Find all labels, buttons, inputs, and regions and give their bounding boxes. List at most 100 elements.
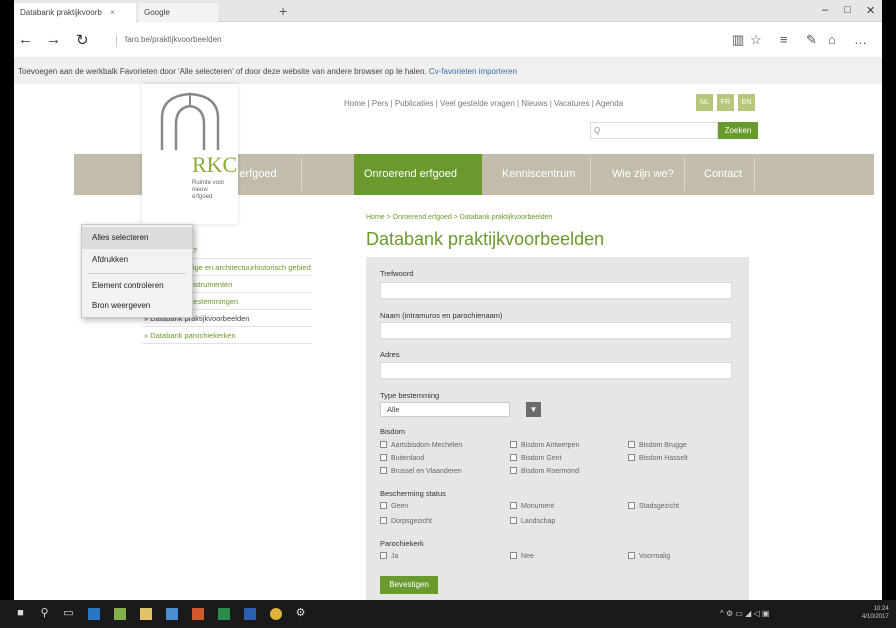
favorites-notice: Toevoegen aan de werkbalk Favorieten doo… bbox=[14, 58, 882, 84]
url-field[interactable]: faro.be/praktijkvoorbeelden bbox=[116, 35, 222, 47]
windows-icon[interactable]: ■ bbox=[14, 607, 27, 620]
web-note-icon[interactable]: ✎ bbox=[806, 32, 817, 48]
context-menu: Alles selecteren Afdrukken Element contr… bbox=[81, 224, 193, 318]
top-links[interactable]: Home | Pers | Publicaties | Veel gesteld… bbox=[344, 99, 623, 108]
ctx-inspect-element[interactable]: Element controleren bbox=[82, 275, 192, 297]
tab-google[interactable]: Google bbox=[138, 3, 218, 22]
tab-strip: Databank praktijkvoorb × Google + – □ ✕ bbox=[14, 0, 882, 22]
search-icon[interactable]: ⚲ bbox=[38, 607, 51, 620]
clock[interactable]: 10:24 4/10/2017 bbox=[862, 605, 889, 621]
checkbox-status[interactable]: Dorpsgezicht bbox=[380, 517, 432, 525]
checkbox-bisdom[interactable]: Bisdom Antwerpen bbox=[510, 441, 579, 449]
nav-wie-zijn-we[interactable]: Wie zijn we? bbox=[602, 154, 684, 195]
checkbox-status[interactable]: Geen bbox=[380, 502, 408, 510]
field-label-adres: Adres bbox=[380, 350, 400, 359]
naam-input[interactable] bbox=[380, 322, 732, 339]
excel-icon[interactable] bbox=[218, 608, 230, 620]
lang-fr[interactable]: FR bbox=[717, 94, 734, 111]
site-logo[interactable]: RKC Ruimte voor nieuw erfgoed bbox=[142, 84, 238, 224]
search-form: Trefwoord Naam (intramuros en parochiena… bbox=[366, 257, 749, 600]
import-favorites-link[interactable]: Cv-favorieten importeren bbox=[429, 67, 517, 76]
edge-icon[interactable] bbox=[88, 608, 100, 620]
address-bar: ← → ↻ faro.be/praktijkvoorbeelden ▥ ☆ ≡ … bbox=[14, 22, 882, 58]
tab-label: Databank praktijkvoorb bbox=[20, 8, 102, 17]
checkbox-status[interactable]: Stadsgezicht bbox=[628, 502, 679, 510]
system-tray[interactable]: ^ ⚙ ▭ ◢ ◁ ▣ bbox=[720, 609, 769, 618]
clock-time: 10:24 bbox=[873, 606, 889, 612]
nav-divider bbox=[590, 158, 591, 191]
lang-en[interactable]: EN bbox=[738, 94, 755, 111]
nav-divider bbox=[684, 158, 685, 191]
word-icon[interactable] bbox=[244, 608, 256, 620]
mail-icon[interactable] bbox=[166, 608, 178, 620]
task-view-icon[interactable]: ▭ bbox=[62, 607, 75, 620]
type-select[interactable]: Alle bbox=[380, 402, 510, 417]
menu-divider bbox=[88, 273, 186, 274]
favorite-star-icon[interactable]: ☆ bbox=[750, 32, 762, 48]
settings-icon[interactable]: ⚙ bbox=[294, 607, 307, 620]
status-label: Bescherming status bbox=[380, 489, 446, 498]
page-title: Databank praktijkvoorbeelden bbox=[366, 229, 605, 249]
checkbox-bisdom[interactable]: Bisdom Roermond bbox=[510, 467, 579, 475]
site-search-input[interactable]: Q bbox=[590, 122, 718, 139]
ctx-select-all[interactable]: Alles selecteren bbox=[82, 227, 192, 249]
checkbox-parish[interactable]: Ja bbox=[380, 552, 398, 560]
bisdom-label: Bisdom bbox=[380, 427, 406, 436]
new-tab-button[interactable]: + bbox=[279, 3, 287, 19]
logo-subtitle: Ruimte voor nieuw erfgoed bbox=[192, 180, 225, 200]
store-icon[interactable] bbox=[114, 608, 126, 620]
ctx-view-source[interactable]: Bron weergeven bbox=[82, 295, 192, 317]
nav-kenniscentrum[interactable]: Kenniscentrum bbox=[492, 154, 585, 195]
taskbar: ■ ⚲ ▭ ⚙ ^ ⚙ ▭ ◢ ◁ ▣ 10:24 4/10/2017 bbox=[0, 600, 896, 628]
field-label-naam: Naam (intramuros en parochienaam) bbox=[380, 311, 503, 320]
back-button[interactable]: ← bbox=[18, 31, 33, 48]
checkbox-status[interactable]: Monument bbox=[510, 502, 554, 510]
trefwoord-input[interactable] bbox=[380, 282, 732, 299]
checkbox-bisdom[interactable]: Aartsbisdom Mechelen bbox=[380, 441, 462, 449]
refresh-button[interactable]: ↻ bbox=[76, 31, 89, 49]
checkbox-bisdom[interactable]: Bisdom Gent bbox=[510, 454, 561, 462]
share-icon[interactable]: ⌂ bbox=[828, 32, 836, 47]
clock-date: 4/10/2017 bbox=[862, 614, 889, 620]
checkbox-bisdom[interactable]: Bisdom Hasselt bbox=[628, 454, 688, 462]
checkbox-bisdom[interactable]: Bisdom Brugge bbox=[628, 441, 687, 449]
minimize-button[interactable]: – bbox=[822, 4, 828, 16]
search-button[interactable]: Zoeken bbox=[718, 122, 758, 139]
nav-onroerend-erfgoed[interactable]: Onroerend erfgoed bbox=[354, 154, 482, 195]
screen-border-left bbox=[0, 0, 14, 628]
more-icon[interactable]: … bbox=[854, 32, 867, 47]
close-tab-icon[interactable]: × bbox=[110, 8, 115, 17]
left-menu-item[interactable]: » Databank parochiekerken bbox=[142, 327, 312, 344]
chrome-icon[interactable] bbox=[270, 608, 282, 620]
submit-button[interactable]: Bevestigen bbox=[380, 576, 438, 594]
notice-text: Toevoegen aan de werkbalk Favorieten doo… bbox=[18, 67, 427, 76]
close-window-button[interactable]: ✕ bbox=[866, 4, 875, 17]
tab-label: Google bbox=[144, 8, 170, 17]
arch-logo-icon bbox=[160, 92, 220, 150]
nav-divider bbox=[754, 158, 755, 191]
forward-button[interactable]: → bbox=[46, 31, 61, 48]
lang-nl[interactable]: NL bbox=[696, 94, 713, 111]
checkbox-bisdom[interactable]: Brussel en Vlaanderen bbox=[380, 467, 462, 475]
nav-contact[interactable]: Contact bbox=[694, 154, 752, 195]
powerpoint-icon[interactable] bbox=[192, 608, 204, 620]
checkbox-status[interactable]: Landschap bbox=[510, 517, 555, 525]
screen-border-right bbox=[882, 0, 896, 628]
checkbox-parish[interactable]: Voormalig bbox=[628, 552, 670, 560]
checkbox-bisdom[interactable]: Buitenland bbox=[380, 454, 506, 462]
field-label-trefwoord: Trefwoord bbox=[380, 269, 414, 278]
type-label: Type bestemming bbox=[380, 391, 440, 400]
tab-databank[interactable]: Databank praktijkvoorb × bbox=[14, 3, 136, 22]
reading-view-icon[interactable]: ▥ bbox=[732, 32, 744, 48]
checkbox-parish[interactable]: Nee bbox=[510, 552, 534, 560]
hub-icon[interactable]: ≡ bbox=[780, 32, 788, 47]
breadcrumb[interactable]: Home > Onroerend erfgoed > Databank prak… bbox=[366, 214, 552, 221]
maximize-button[interactable]: □ bbox=[844, 4, 851, 16]
web-page: Roerend erfgoed Onroerend erfgoed Kennis… bbox=[14, 84, 882, 600]
adres-input[interactable] bbox=[380, 362, 732, 379]
ctx-print[interactable]: Afdrukken bbox=[82, 249, 192, 271]
nav-divider bbox=[301, 158, 302, 191]
parish-label: Parochiekerk bbox=[380, 539, 424, 548]
explorer-icon[interactable] bbox=[140, 608, 152, 620]
chevron-down-icon[interactable]: ▼ bbox=[526, 402, 541, 417]
